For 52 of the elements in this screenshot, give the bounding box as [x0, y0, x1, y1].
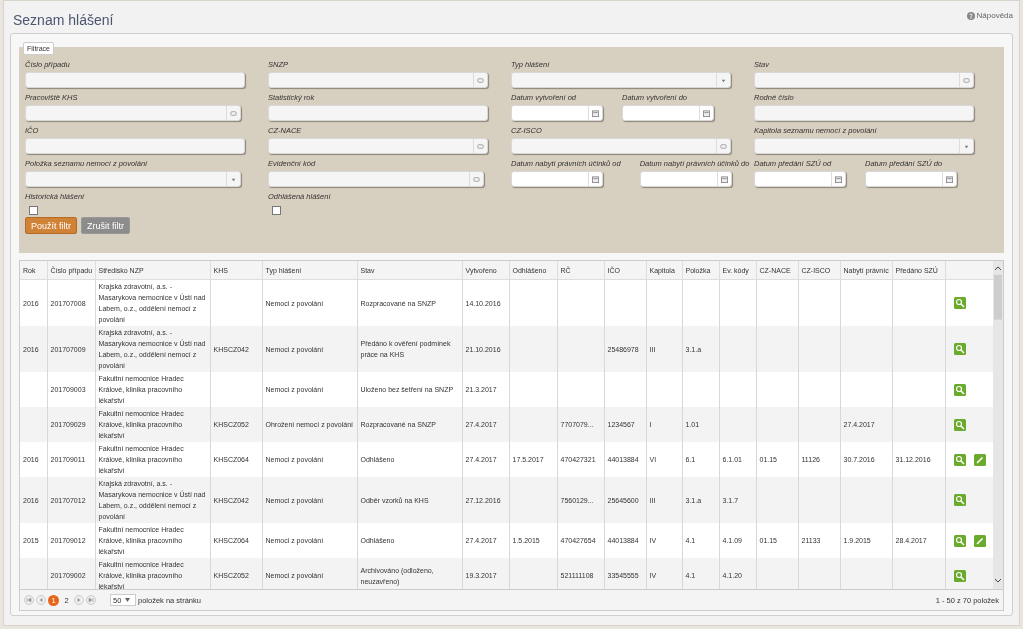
magnifier-icon[interactable] [953, 297, 966, 309]
input-field[interactable] [268, 171, 484, 187]
input-field[interactable] [754, 72, 974, 88]
input-field[interactable] [268, 138, 488, 154]
magnifier-icon[interactable] [953, 494, 966, 506]
input-field[interactable] [268, 105, 488, 121]
dropdown-field[interactable] [511, 72, 731, 88]
pencil-icon[interactable] [973, 453, 986, 466]
magnifier-icon[interactable] [953, 569, 966, 582]
checkbox[interactable] [272, 206, 281, 215]
date-field[interactable] [511, 105, 603, 121]
calendar-icon[interactable] [835, 175, 842, 183]
magnifier-icon[interactable] [953, 418, 966, 431]
lookup-icon[interactable] [720, 142, 727, 150]
calendar-icon[interactable] [592, 109, 599, 117]
first-page-button[interactable] [24, 595, 34, 605]
calendar-icon[interactable] [703, 109, 710, 117]
input-field[interactable] [25, 105, 241, 121]
dropdown-field[interactable] [754, 138, 974, 154]
dropdown-field[interactable] [25, 171, 241, 187]
input-field[interactable] [25, 138, 245, 154]
input-field[interactable] [25, 72, 245, 88]
date-field[interactable] [511, 171, 603, 187]
next-page-button[interactable] [74, 595, 84, 605]
input-field[interactable] [754, 105, 974, 121]
lookup-icon[interactable] [473, 175, 480, 183]
calendar-icon[interactable] [946, 175, 953, 183]
date-field[interactable] [639, 171, 732, 187]
date-field[interactable] [865, 171, 957, 187]
checkbox[interactable] [29, 206, 38, 215]
date-field[interactable] [622, 105, 714, 121]
magnifier-icon[interactable] [953, 383, 966, 396]
help-link[interactable]: Nápověda [966, 11, 1013, 20]
input-field[interactable] [268, 72, 488, 88]
lookup-icon[interactable] [477, 76, 484, 84]
input-field[interactable] [511, 138, 731, 154]
calendar-icon[interactable] [720, 175, 728, 183]
caret-icon[interactable] [125, 598, 131, 602]
magnifier-icon[interactable] [953, 343, 966, 355]
pencil-icon[interactable] [973, 534, 986, 547]
date-field[interactable] [754, 171, 846, 187]
last-page-button[interactable] [86, 595, 96, 605]
magnifier-icon[interactable] [953, 453, 966, 466]
lookup-icon[interactable] [477, 142, 484, 150]
magnifier-icon[interactable] [953, 534, 966, 547]
lookup-icon[interactable] [230, 109, 237, 117]
page-title: Seznam hlášení [12, 11, 114, 28]
help-icon [966, 11, 975, 20]
scrollbar[interactable] [993, 261, 1003, 589]
calendar-icon[interactable] [592, 175, 599, 183]
previous-page-button[interactable] [36, 595, 46, 605]
lookup-icon[interactable] [963, 76, 970, 84]
